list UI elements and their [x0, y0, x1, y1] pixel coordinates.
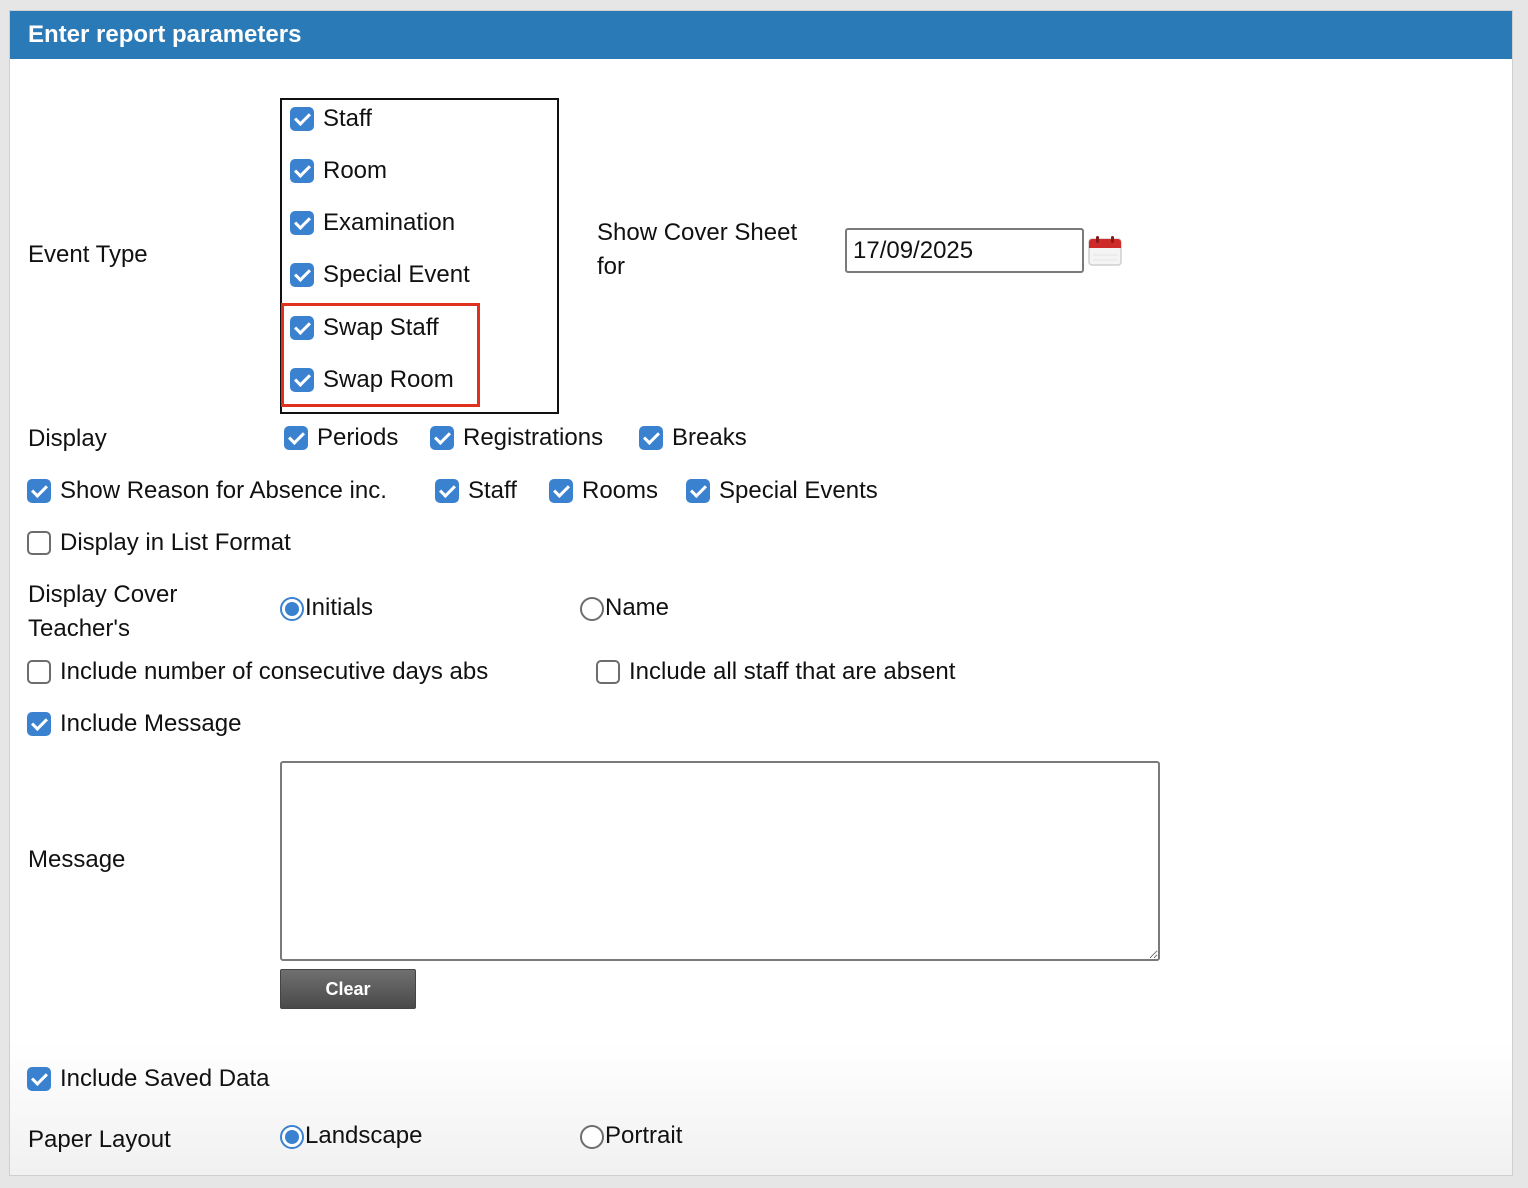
cover-teacher-label-line1: Display Cover	[28, 581, 178, 608]
panel-header: Enter report parameters	[10, 11, 1512, 59]
include-saved-data-label: Include Saved Data	[60, 1065, 270, 1092]
portrait-label: Portrait	[605, 1122, 683, 1149]
message-label: Message	[28, 846, 126, 873]
list-format-label: Display in List Format	[60, 529, 291, 556]
event-staff-checkbox[interactable]	[290, 107, 314, 131]
event-room-checkbox[interactable]	[290, 159, 314, 183]
cover-sheet-date-input[interactable]	[845, 228, 1084, 273]
consecutive-days-label: Include number of consecutive days abs	[60, 658, 489, 685]
absence-staff-label: Staff	[468, 477, 517, 504]
show-reason-absence-label: Show Reason for Absence inc.	[60, 477, 387, 504]
display-periods-checkbox[interactable]	[284, 426, 308, 450]
include-message-checkbox[interactable]	[27, 712, 51, 736]
absence-staff-checkbox[interactable]	[435, 479, 459, 503]
cover-initials-radio[interactable]	[280, 597, 304, 621]
report-parameters-panel: Enter report parameters Event Type Staff…	[9, 10, 1513, 1176]
absence-rooms-label: Rooms	[582, 477, 659, 504]
cover-name-radio[interactable]	[580, 597, 604, 621]
event-type-label: Event Type	[28, 241, 148, 268]
event-examination-label: Examination	[323, 209, 456, 236]
message-textarea[interactable]	[280, 761, 1160, 961]
landscape-label: Landscape	[305, 1122, 423, 1149]
clear-button[interactable]: Clear	[280, 969, 416, 1009]
landscape-radio[interactable]	[280, 1125, 304, 1149]
portrait-radio[interactable]	[580, 1125, 604, 1149]
event-special-event-label: Special Event	[323, 261, 470, 288]
paper-layout-label: Paper Layout	[28, 1126, 171, 1153]
all-staff-absent-label: Include all staff that are absent	[629, 658, 956, 685]
swap-options-highlight	[281, 303, 480, 407]
calendar-icon[interactable]	[1087, 235, 1123, 267]
cover-teacher-label-line2: Teacher's	[28, 615, 130, 642]
show-reason-absence-checkbox[interactable]	[27, 479, 51, 503]
absence-special-events-checkbox[interactable]	[686, 479, 710, 503]
event-examination-checkbox[interactable]	[290, 211, 314, 235]
cover-initials-label: Initials	[305, 594, 374, 621]
event-staff-label: Staff	[323, 105, 372, 132]
cover-sheet-label-line1: Show Cover Sheet	[597, 219, 798, 246]
display-registrations-label: Registrations	[463, 424, 604, 451]
footer-background	[10, 1041, 1512, 1175]
display-label: Display	[28, 425, 107, 452]
event-special-event-checkbox[interactable]	[290, 263, 314, 287]
display-breaks-checkbox[interactable]	[639, 426, 663, 450]
display-registrations-checkbox[interactable]	[430, 426, 454, 450]
all-staff-absent-checkbox[interactable]	[596, 660, 620, 684]
list-format-checkbox[interactable]	[27, 531, 51, 555]
event-room-label: Room	[323, 157, 388, 184]
consecutive-days-checkbox[interactable]	[27, 660, 51, 684]
display-periods-label: Periods	[317, 424, 399, 451]
include-saved-data-checkbox[interactable]	[27, 1067, 51, 1091]
include-message-label: Include Message	[60, 710, 242, 737]
absence-special-events-label: Special Events	[719, 477, 878, 504]
cover-sheet-label-line2: for	[597, 253, 626, 280]
display-breaks-label: Breaks	[672, 424, 747, 451]
cover-name-label: Name	[605, 594, 670, 621]
absence-rooms-checkbox[interactable]	[549, 479, 573, 503]
